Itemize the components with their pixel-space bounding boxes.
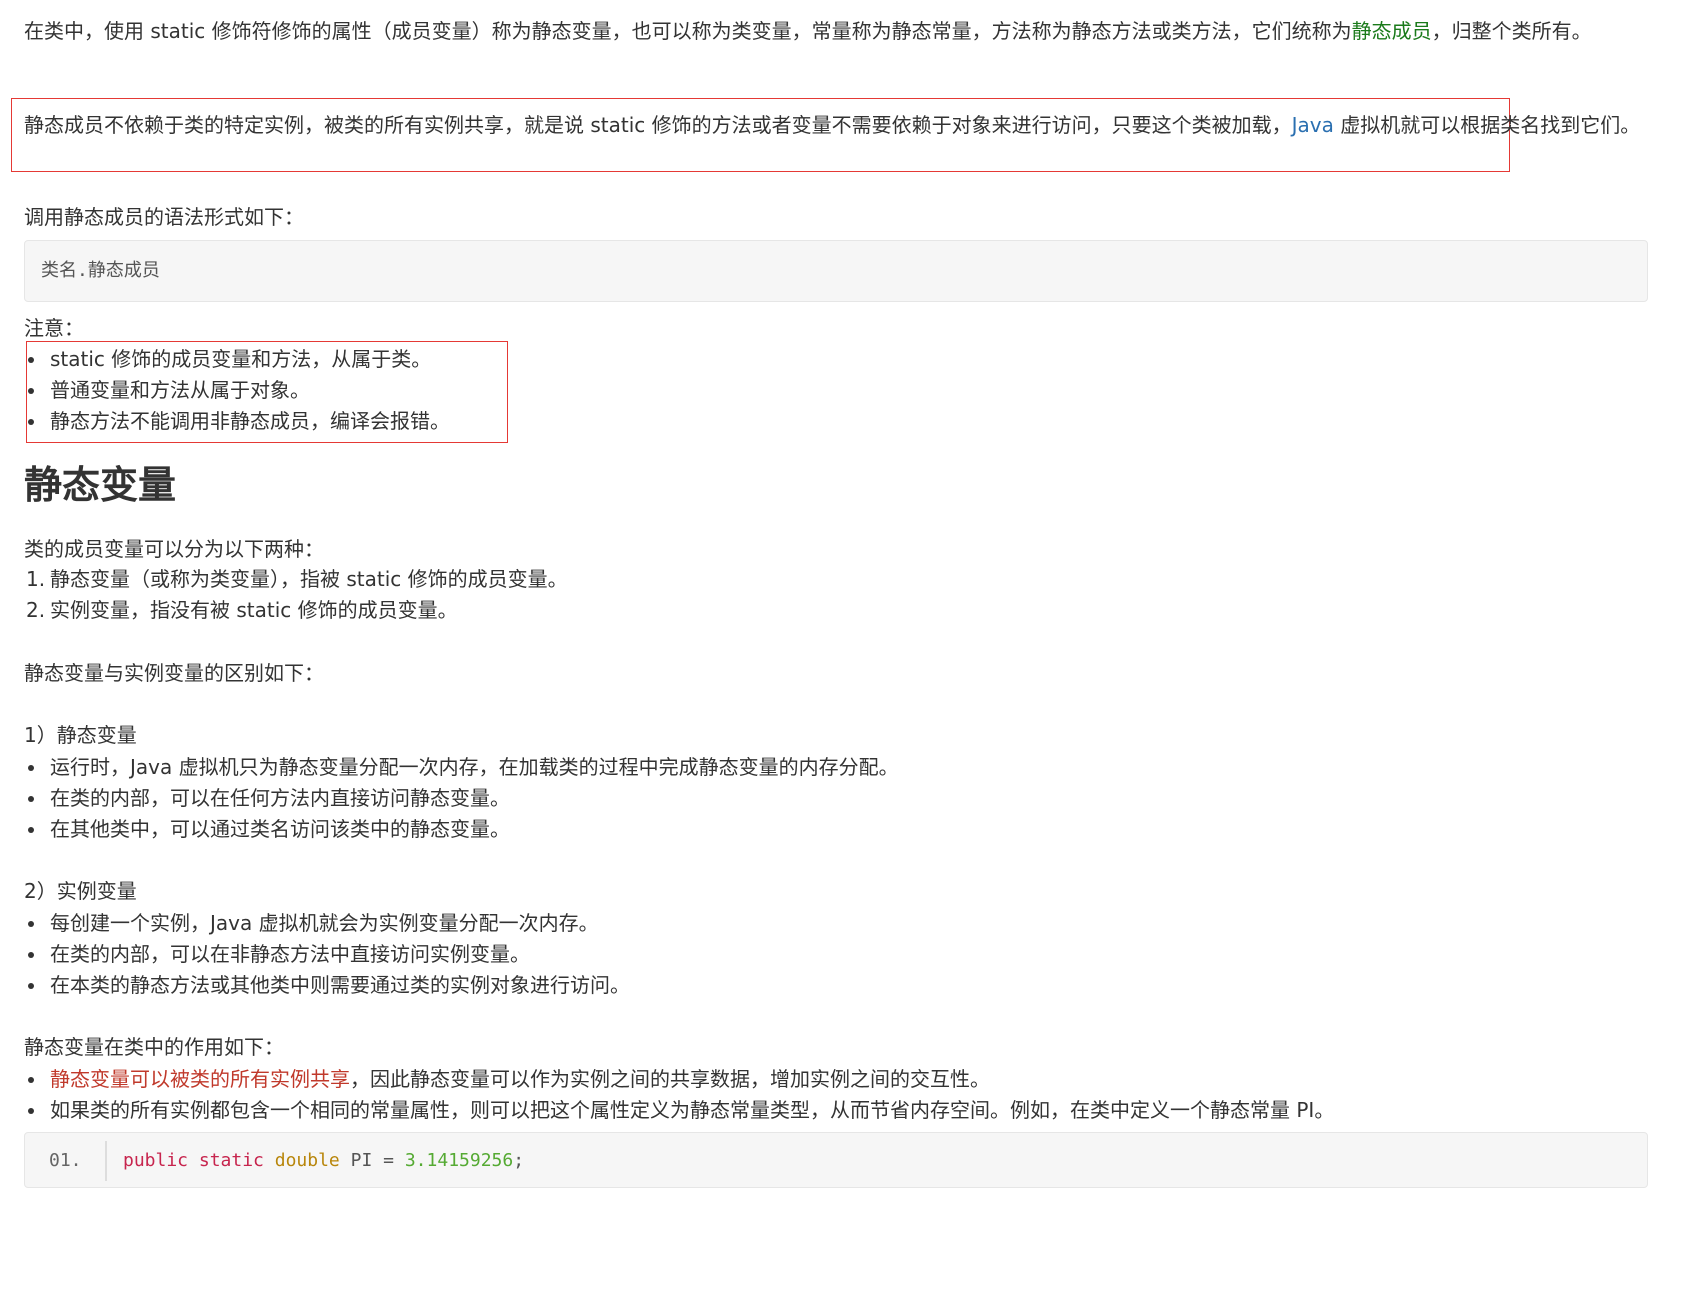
code-number: 3.14159256 [404,1150,514,1171]
section-heading: 静态变量 [24,463,177,507]
code-type: double [274,1150,340,1171]
syntax-code: 类名.静态成员 [41,260,160,281]
highlight-text: 静态成员不依赖于类的特定实例，被类的所有实例共享，就是说 static 修饰的方… [24,113,1292,137]
static-member-link[interactable]: 静态成员 [1352,19,1432,43]
list-item: 在其他类中，可以通过类名访问该类中的静态变量。 [20,812,1520,843]
static-label: 1）静态变量 [24,723,137,747]
list-text: ，因此静态变量可以作为实例之间的共享数据，增加实例之间的交互性。 [350,1067,990,1091]
list-text: 如果类的所有实例都包含一个相同的常量属性，则可以把这个属性定义为静态常量类型，从… [50,1098,1335,1122]
list-number: 1. [26,567,46,591]
diff-label: 静态变量与实例变量的区别如下： [24,661,324,685]
list-item: 在类的内部，可以在非静态方法中直接访问实例变量。 [20,937,1520,968]
intro-text-end: ，归整个类所有。 [1431,19,1592,43]
instance-list: 每创建一个实例，Java 虚拟机就会为实例变量分配一次内存。 在类的内部，可以在… [20,906,1520,999]
list-item: 静态方法不能调用非静态成员，编译会报错。 [20,404,500,438]
article-page: 在类中，使用 static 修饰符修饰的属性（成员变量）称为静态变量，也可以称为… [0,0,1687,1295]
intro-text: 在类中，使用 static 修饰符修饰的属性（成员变量）称为静态变量，也可以称为… [24,19,1352,43]
list-item: 运行时，Java 虚拟机只为静态变量分配一次内存，在加载类的过程中完成静态变量的… [20,750,1520,781]
code-semicolon: ; [513,1150,525,1171]
gutter-divider [105,1141,107,1181]
list-item: 每创建一个实例，Java 虚拟机就会为实例变量分配一次内存。 [20,906,1520,937]
instance-label: 2）实例变量 [24,879,137,903]
list-number: 2. [26,598,46,622]
code-block: 01. public static double PI = 3.14159256… [24,1132,1648,1188]
code-line: public static double PI = 3.14159256; [123,1145,524,1177]
emphasis-text: 静态变量可以被类的所有实例共享 [50,1067,350,1091]
list-text: 实例变量，指没有被 static 修饰的成员变量。 [50,598,458,622]
syntax-code-block: 类名.静态成员 [24,240,1648,302]
list-item: 在本类的静态方法或其他类中则需要通过类的实例对象进行访问。 [20,968,1520,999]
highlight-text-end: 虚拟机就可以根据类名找到它们。 [1333,113,1641,137]
code-keyword: public [123,1150,189,1171]
role-list: 静态变量可以被类的所有实例共享，因此静态变量可以作为实例之间的共享数据，增加实例… [20,1062,1640,1124]
syntax-label: 调用静态成员的语法形式如下： [24,205,304,229]
member-intro: 类的成员变量可以分为以下两种： [24,537,324,561]
line-number: 01. [49,1150,82,1171]
list-item: 普通变量和方法从属于对象。 [20,373,500,407]
list-text: 静态变量（或称为类变量），指被 static 修饰的成员变量。 [50,567,568,591]
role-label: 静态变量在类中的作用如下： [24,1035,284,1059]
member-types-list: 1. 静态变量（或称为类变量），指被 static 修饰的成员变量。 2. 实例… [20,562,1420,624]
code-identifier: PI [350,1150,373,1171]
list-item: 在类的内部，可以在任何方法内直接访问静态变量。 [20,781,1520,812]
intro-paragraph: 在类中，使用 static 修饰符修饰的属性（成员变量）称为静态变量，也可以称为… [24,14,1644,48]
highlight-paragraph: 静态成员不依赖于类的特定实例，被类的所有实例共享，就是说 static 修饰的方… [24,108,1644,142]
list-item: 如果类的所有实例都包含一个相同的常量属性，则可以把这个属性定义为静态常量类型，从… [20,1093,1640,1124]
list-item: static 修饰的成员变量和方法，从属于类。 [20,342,500,376]
list-item: 1. 静态变量（或称为类变量），指被 static 修饰的成员变量。 [20,562,1420,593]
list-item: 静态变量可以被类的所有实例共享，因此静态变量可以作为实例之间的共享数据，增加实例… [20,1062,1640,1093]
list-item: 2. 实例变量，指没有被 static 修饰的成员变量。 [20,593,1420,624]
code-operator: = [383,1150,394,1171]
notes-list: static 修饰的成员变量和方法，从属于类。 普通变量和方法从属于对象。 静态… [20,342,500,438]
code-keyword: static [198,1150,264,1171]
java-link[interactable]: Java [1292,113,1334,137]
static-list: 运行时，Java 虚拟机只为静态变量分配一次内存，在加载类的过程中完成静态变量的… [20,750,1520,843]
note-label: 注意： [24,316,84,340]
